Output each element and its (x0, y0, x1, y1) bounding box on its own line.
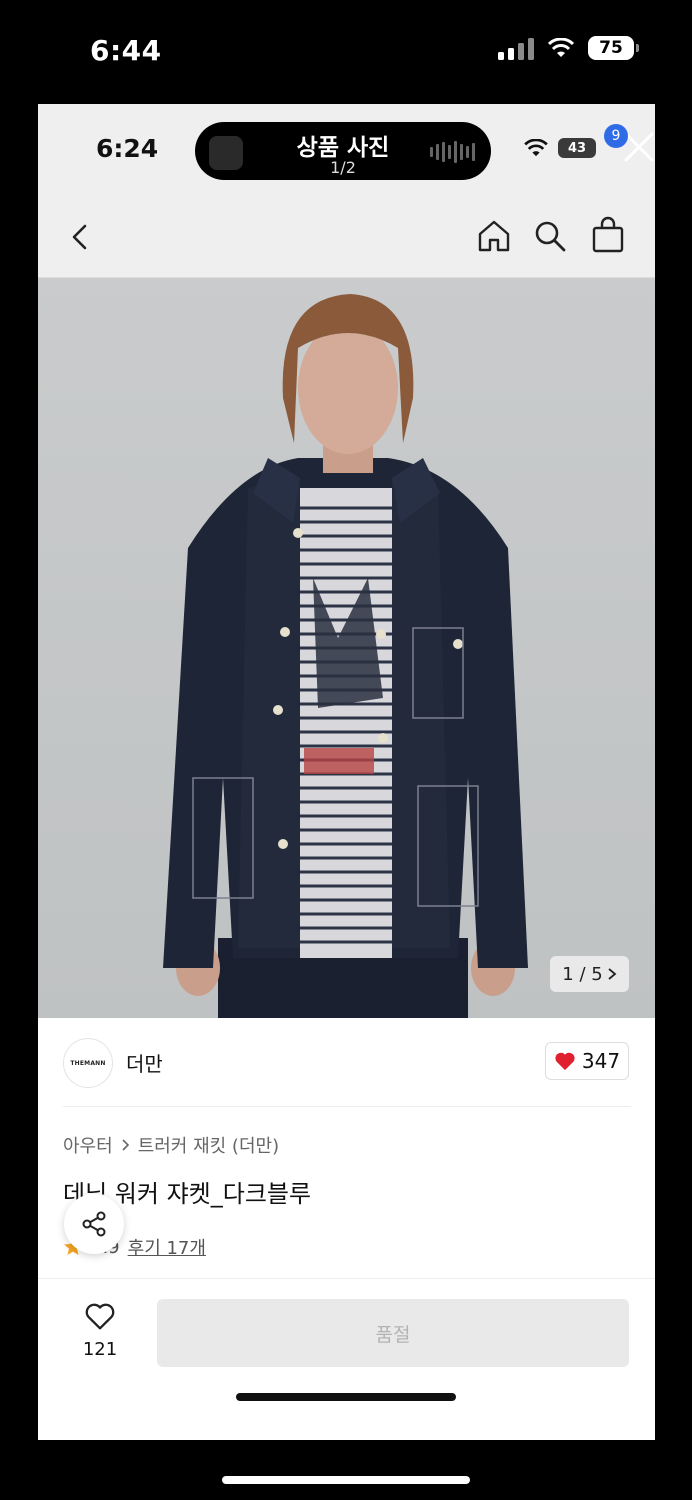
battery-icon: 43 (558, 138, 596, 158)
image-counter-text: 1 / 5 (562, 963, 603, 985)
brand-like-count: 347 (581, 1049, 621, 1073)
sold-out-button[interactable]: 품절 (157, 1299, 629, 1367)
outer-status-bar: 6:44 75 (0, 0, 692, 100)
wifi-icon (548, 38, 574, 57)
brand-logo[interactable]: THEMANN (63, 1038, 113, 1088)
top-navigation (38, 196, 655, 278)
breadcrumb-item[interactable]: 아우터 (63, 1132, 113, 1158)
share-icon (82, 1211, 106, 1237)
battery-icon: 75 (588, 36, 639, 60)
back-icon[interactable] (66, 222, 92, 252)
app-screenshot: 6:24 상품 사진 1/2 43 9 1 / 5 THEMANN 더만 347… (38, 104, 655, 1440)
heart-icon (85, 1303, 115, 1330)
wishlist-count: 121 (82, 1339, 118, 1360)
chevron-right-icon (122, 1139, 129, 1151)
share-button[interactable] (64, 1194, 124, 1254)
home-indicator (236, 1393, 456, 1401)
heart-icon (555, 1052, 575, 1071)
breadcrumb: 아우터 트러커 재킷 (더만) (63, 1132, 279, 1158)
brand-like-button[interactable]: 347 (545, 1042, 629, 1080)
inner-clock: 6:24 (96, 134, 159, 163)
inner-status-icons: 43 (524, 138, 596, 158)
search-icon[interactable] (532, 218, 568, 254)
wifi-icon (524, 139, 548, 157)
outer-home-indicator (222, 1476, 470, 1484)
breadcrumb-item[interactable]: 트러커 재킷 (더만) (138, 1132, 279, 1158)
outer-clock: 6:44 (90, 34, 162, 67)
brand-row[interactable]: THEMANN 더만 347 (38, 1018, 655, 1106)
outer-status-icons: 75 (498, 36, 639, 60)
divider (63, 1106, 631, 1107)
product-image[interactable] (38, 278, 655, 1018)
bag-icon[interactable] (590, 216, 626, 254)
waveform-icon (430, 141, 475, 163)
chevron-right-icon (608, 968, 617, 980)
cart-count-badge: 9 (604, 124, 628, 148)
review-count-link[interactable]: 후기 17개 (128, 1234, 206, 1260)
bottom-action-bar: 121 품절 (38, 1278, 655, 1440)
brand-name[interactable]: 더만 (126, 1048, 163, 1077)
image-counter[interactable]: 1 / 5 (550, 956, 629, 992)
wishlist-button[interactable]: 121 (78, 1301, 122, 1360)
live-activity[interactable]: 상품 사진 1/2 (195, 122, 491, 180)
cellular-signal-icon (498, 36, 534, 60)
product-photo-illustration (163, 294, 528, 1018)
inner-status-bar: 6:24 상품 사진 1/2 43 (38, 104, 655, 196)
home-icon[interactable] (476, 218, 512, 254)
